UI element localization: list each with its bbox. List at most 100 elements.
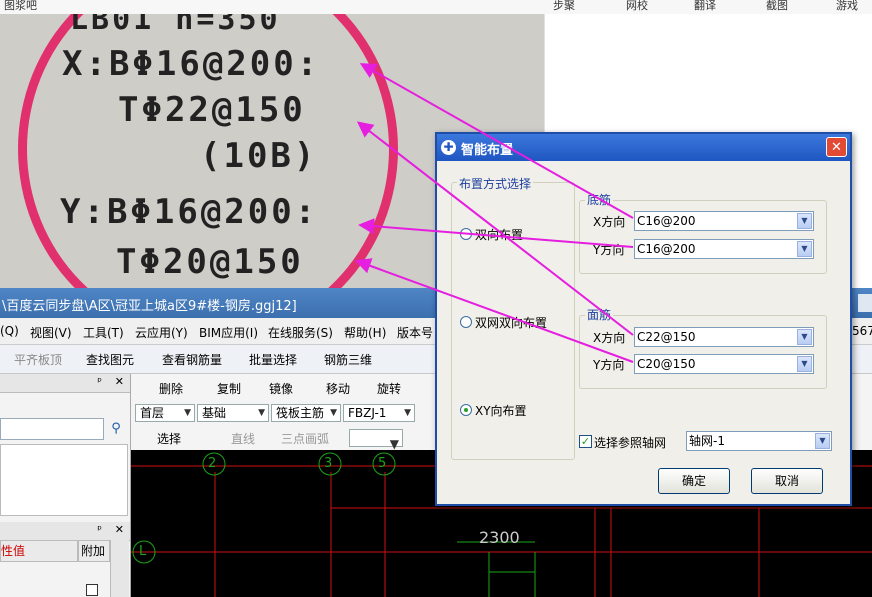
bottom-x-value: C16@200 bbox=[637, 214, 696, 228]
scrollbar[interactable] bbox=[110, 540, 129, 597]
batch-select-button[interactable]: 批量选择 bbox=[249, 351, 297, 368]
dialog-title: 智能布置 bbox=[461, 143, 514, 158]
line-button[interactable]: 直线 bbox=[231, 430, 255, 447]
close-icon[interactable]: ✕ bbox=[115, 375, 124, 388]
dialog-title-bar[interactable]: ✚ 智能布置 ✕ bbox=[437, 134, 850, 161]
bottom-y-label: Y方向 bbox=[593, 243, 625, 257]
menu-item[interactable]: 版本号 bbox=[397, 324, 433, 341]
panel-header: ᵖ ✕ bbox=[0, 374, 130, 393]
chevron-down-icon: ▼ bbox=[330, 408, 337, 418]
chevron-down-icon: ▼ bbox=[184, 408, 191, 418]
search-icon[interactable]: ⚲ bbox=[104, 418, 128, 440]
panel-header: ᵖ ✕ bbox=[0, 522, 130, 541]
menu-item[interactable]: 帮助(H) bbox=[344, 324, 386, 341]
menu-item-right: 567 bbox=[852, 324, 872, 338]
find-element-button[interactable]: 查找图元 bbox=[86, 351, 134, 368]
chevron-down-icon: ▼ bbox=[258, 408, 265, 418]
element-type-combo[interactable]: 筏板主筋 ▼ bbox=[271, 404, 341, 422]
browser-bookmark-bar: 图浆吧 步聚 网校 翻译 截图 游戏 bbox=[0, 0, 872, 15]
category-combo-value: 基础 bbox=[202, 406, 227, 420]
select-button[interactable]: 选择 bbox=[157, 430, 181, 447]
radio-label-double-net[interactable]: 双网双向布置 bbox=[475, 314, 547, 331]
menu-item[interactable]: 工具(T) bbox=[83, 324, 124, 341]
radio-icon[interactable] bbox=[460, 316, 472, 328]
minimize-button[interactable] bbox=[858, 294, 872, 312]
copy-button[interactable]: 复制 bbox=[217, 380, 241, 397]
chevron-down-icon[interactable]: ▼ bbox=[797, 213, 812, 229]
left-panel-top: ᵖ ✕ ⚲ bbox=[0, 374, 131, 522]
dimension-text: 2300 bbox=[479, 528, 520, 547]
bookmark-item[interactable]: 翻译 bbox=[694, 0, 716, 13]
top-rebar-group-label: 面筋 bbox=[585, 306, 614, 323]
radio-icon[interactable] bbox=[460, 228, 472, 240]
mirror-button[interactable]: 镜像 bbox=[269, 380, 293, 397]
top-x-select[interactable]: C22@150 ▼ bbox=[634, 327, 814, 347]
close-icon[interactable]: ✕ bbox=[115, 523, 124, 536]
menu-item[interactable]: 在线服务(S) bbox=[268, 324, 333, 341]
category-combo[interactable]: 基础 ▼ bbox=[197, 404, 269, 422]
floor-combo[interactable]: 首层 ▼ bbox=[135, 404, 195, 422]
bottom-y-value: C16@200 bbox=[637, 242, 696, 256]
toolbar-button[interactable]: 平齐板顶 bbox=[14, 351, 62, 368]
draw-mode-combo[interactable]: ▼ bbox=[349, 429, 403, 451]
chevron-down-icon[interactable]: ▼ bbox=[797, 356, 812, 372]
bookmark-item[interactable]: 游戏 bbox=[836, 0, 858, 13]
browser-left-text[interactable]: 图浆吧 bbox=[4, 0, 37, 13]
floor-combo-value: 首层 bbox=[140, 406, 165, 420]
rotate-button[interactable]: 旋转 bbox=[377, 380, 401, 397]
ref-axis-select[interactable]: 轴网-1 ▼ bbox=[686, 431, 832, 451]
photo-text-line: LB01 h=350 bbox=[70, 14, 281, 37]
bookmark-item[interactable]: 截图 bbox=[766, 0, 788, 13]
axis-label: 2 bbox=[208, 456, 217, 471]
radio-icon[interactable] bbox=[460, 404, 472, 416]
photo-text-line: (10B) bbox=[200, 136, 318, 176]
arc-button[interactable]: 三点画弧 bbox=[281, 430, 329, 447]
photo-text-line: TΦ20@150 bbox=[116, 242, 304, 282]
cancel-button[interactable]: 取消 bbox=[751, 468, 823, 494]
bottom-y-select[interactable]: C16@200 ▼ bbox=[634, 239, 814, 259]
chevron-down-icon[interactable]: ▼ bbox=[815, 433, 830, 449]
top-y-value: C20@150 bbox=[637, 357, 696, 371]
top-y-select[interactable]: C20@150 ▼ bbox=[634, 354, 814, 374]
close-button[interactable]: ✕ bbox=[826, 137, 847, 157]
bookmark-item[interactable]: 步聚 bbox=[553, 0, 575, 13]
rebar-3d-button[interactable]: 钢筋三维 bbox=[324, 351, 372, 368]
move-button[interactable]: 移动 bbox=[326, 380, 350, 397]
checkbox-icon[interactable]: ✓ bbox=[579, 435, 592, 448]
ref-axis-label[interactable]: 选择参照轴网 bbox=[594, 434, 666, 451]
photo-text-line: TΦ22@150 bbox=[118, 90, 306, 130]
radio-label-bidirectional[interactable]: 双向布置 bbox=[475, 226, 523, 243]
close-icon: ✕ bbox=[831, 140, 842, 155]
menu-item[interactable]: 云应用(Y) bbox=[135, 324, 188, 341]
checkbox-icon[interactable] bbox=[86, 584, 98, 596]
ok-button[interactable]: 确定 bbox=[658, 468, 730, 494]
radio-label-xy[interactable]: XY向布置 bbox=[475, 402, 527, 419]
pin-icon[interactable]: ᵖ bbox=[97, 523, 102, 536]
element-name-combo[interactable]: FBZJ-1 ▼ bbox=[343, 404, 415, 422]
pin-icon[interactable]: ᵖ bbox=[97, 375, 102, 388]
chevron-down-icon[interactable]: ▼ bbox=[797, 241, 812, 257]
dialog-app-icon: ✚ bbox=[441, 140, 456, 155]
chevron-down-icon[interactable]: ▼ bbox=[797, 329, 812, 345]
photo-text-line: X:BΦ16@200: bbox=[62, 44, 321, 84]
ref-axis-value: 轴网-1 bbox=[689, 434, 725, 448]
view-rebar-button[interactable]: 查看钢筋量 bbox=[162, 351, 222, 368]
axis-label: L bbox=[139, 544, 147, 559]
layout-mode-group-label: 布置方式选择 bbox=[457, 175, 534, 192]
photo-text-line: Y:BΦ16@200: bbox=[60, 192, 319, 232]
property-col-header: 附加 bbox=[78, 540, 110, 562]
app-title: \百度云同步盘\A区\冠亚上城a区9#楼-钢房.ggj12] bbox=[2, 299, 297, 314]
search-input[interactable] bbox=[0, 418, 104, 440]
element-list[interactable] bbox=[0, 444, 128, 516]
menu-item[interactable]: BIM应用(I) bbox=[199, 324, 258, 341]
property-col-header: 性值 bbox=[0, 540, 78, 562]
bottom-x-select[interactable]: C16@200 ▼ bbox=[634, 211, 814, 231]
bookmark-item[interactable]: 网校 bbox=[626, 0, 648, 13]
left-panel-properties: ᵖ ✕ 性值 附加 bbox=[0, 522, 131, 597]
menu-item[interactable]: 视图(V) bbox=[30, 324, 72, 341]
top-x-label: X方向 bbox=[593, 331, 626, 345]
menu-item[interactable]: (Q) bbox=[0, 324, 19, 338]
delete-button[interactable]: 删除 bbox=[159, 380, 183, 397]
top-x-value: C22@150 bbox=[637, 330, 696, 344]
top-y-label: Y方向 bbox=[593, 358, 625, 372]
